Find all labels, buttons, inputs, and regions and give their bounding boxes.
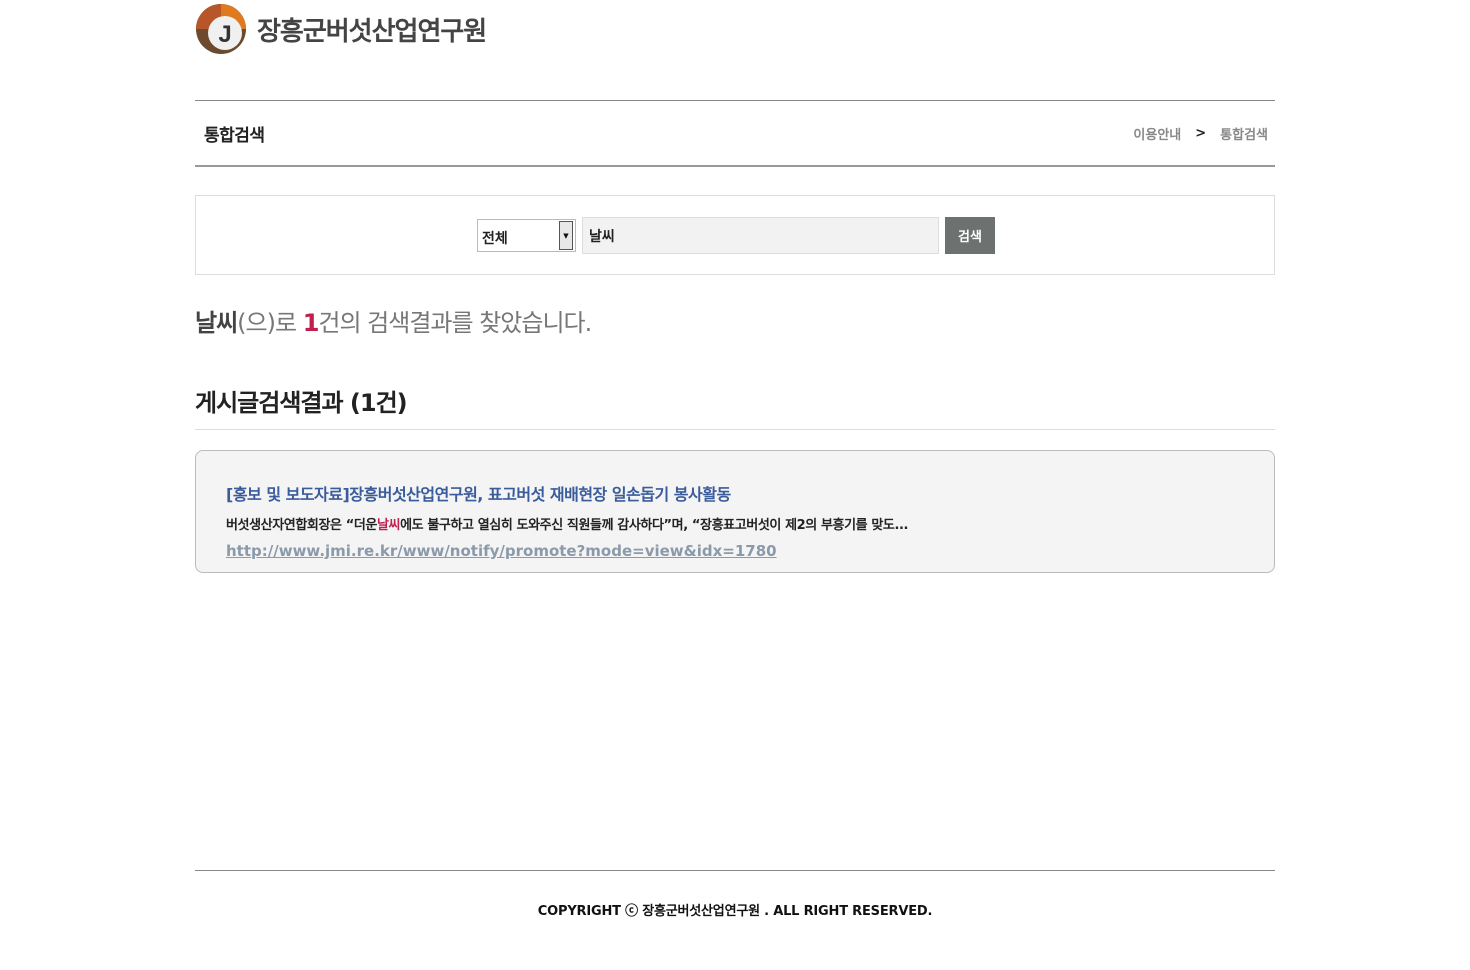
snippet-highlight: 날씨 xyxy=(377,518,401,533)
snippet-text-after: 에도 불구하고 열심히 도와주신 직원들께 감사하다”며, “장흥표고버섯이 제… xyxy=(400,518,909,533)
category-select[interactable]: 전체 ▼ xyxy=(477,219,576,252)
summary-keyword: 날씨 xyxy=(195,309,238,337)
breadcrumb-separator: > xyxy=(1195,125,1207,141)
breadcrumb-parent[interactable]: 이용안내 xyxy=(1133,124,1181,143)
search-input[interactable] xyxy=(582,217,939,254)
search-button[interactable]: 검색 xyxy=(945,217,995,254)
footer: COPYRIGHT ⓒ 장흥군버섯산업연구원 . ALL RIGHT RESER… xyxy=(195,870,1275,930)
logo-letter: J xyxy=(218,21,231,48)
snippet-text-before: 버섯생산자연합회장은 “더운 xyxy=(226,518,377,533)
summary-count: 1 xyxy=(302,309,320,337)
search-panel: 전체 ▼ 검색 xyxy=(195,195,1275,275)
copyright-text: COPYRIGHT ⓒ 장흥군버섯산업연구원 . ALL RIGHT RESER… xyxy=(537,904,933,919)
result-snippet: 버섯생산자연합회장은 “더운날씨에도 불구하고 열심히 도와주신 직원들께 감사… xyxy=(226,514,1274,533)
dropdown-arrow-icon[interactable]: ▼ xyxy=(559,221,573,250)
breadcrumb-current[interactable]: 통합검색 xyxy=(1220,124,1268,143)
site-logo[interactable]: J 장흥군버섯산업연구원 xyxy=(195,2,487,56)
org-name: 장흥군버섯산업연구원 xyxy=(257,16,487,47)
category-select-value: 전체 xyxy=(482,231,508,247)
logo-emblem-icon: J xyxy=(195,3,247,55)
summary-text-1: (으)로 xyxy=(237,309,303,337)
results-section-header: 게시글검색결과 (1건) xyxy=(195,383,1275,430)
result-url-link[interactable]: http://www.jmi.re.kr/www/notify/promote?… xyxy=(226,542,777,560)
search-summary: 날씨(으)로 1건의 검색결과를 찾았습니다. xyxy=(195,303,1275,338)
breadcrumb: 이용안내 > 통합검색 xyxy=(1133,124,1268,143)
title-bar: 통합검색 이용안내 > 통합검색 xyxy=(195,100,1275,167)
result-title-link[interactable]: [홍보 및 보도자료]장흥버섯산업연구원, 표고버섯 재배현장 일손돕기 봉사활… xyxy=(226,481,1274,505)
results-section-title: 게시글검색결과 (1건) xyxy=(195,389,408,417)
result-card: [홍보 및 보도자료]장흥버섯산업연구원, 표고버섯 재배현장 일손돕기 봉사활… xyxy=(195,450,1275,573)
summary-text-2: 건의 검색결과를 찾았습니다. xyxy=(318,309,592,337)
page-title: 통합검색 xyxy=(204,125,265,146)
